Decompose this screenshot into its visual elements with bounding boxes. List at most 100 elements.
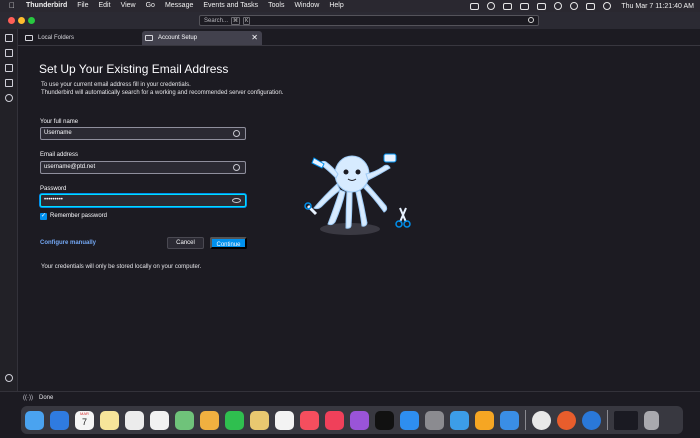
email-label: Email address (40, 152, 79, 158)
mail-icon[interactable] (5, 34, 13, 42)
continue-button[interactable]: Continue (210, 237, 247, 249)
setup-description: To use your current email address fill i… (41, 81, 283, 97)
octopus-illustration (304, 153, 411, 235)
macos-dock: MAR 7 (21, 406, 683, 434)
menu-help[interactable]: Help (329, 0, 343, 12)
status-text: Done (39, 395, 54, 401)
menu-go[interactable]: Go (146, 0, 155, 12)
dock-separator (525, 410, 526, 430)
menu-view[interactable]: View (121, 0, 136, 12)
tab-account-setup-label: Account Setup (158, 35, 198, 41)
screen-mirroring-icon[interactable] (470, 2, 480, 10)
password-field[interactable]: ••••••••• (40, 194, 246, 207)
app-store-icon[interactable] (400, 410, 419, 430)
show-password-eye-icon[interactable] (232, 198, 241, 203)
tab-account-setup[interactable]: Account Setup ✕ (142, 31, 262, 45)
podcasts-icon[interactable] (350, 410, 369, 430)
macos-menu-bar:  Thunderbird File Edit View Go Message … (0, 0, 700, 12)
page-title: Set Up Your Existing Email Address (39, 62, 229, 76)
folder-icon (25, 35, 33, 41)
tasks-icon[interactable] (5, 79, 13, 87)
account-setup-page: Set Up Your Existing Email Address To us… (19, 46, 700, 405)
search-placeholder: Search... (204, 17, 229, 24)
email-value: username@ptd.net (44, 164, 96, 170)
calendar-month: MAR (80, 410, 89, 416)
shortcut-key-cmd: ⌘ (231, 16, 241, 25)
remember-password-label[interactable]: Remember password (50, 213, 107, 219)
wifi-icon[interactable] (554, 2, 563, 10)
siri-icon[interactable] (603, 2, 612, 10)
menu-app-name[interactable]: Thunderbird (26, 0, 67, 12)
window-close-button[interactable] (8, 17, 15, 24)
spotlight-search-icon[interactable] (570, 2, 579, 10)
cancel-button[interactable]: Cancel (167, 237, 204, 249)
safari-icon[interactable] (50, 410, 69, 430)
menu-events-and-tasks[interactable]: Events and Tasks (203, 0, 258, 12)
full-name-value: Username (44, 130, 72, 136)
photos-icon[interactable] (200, 410, 219, 430)
minimized-window-icon[interactable] (614, 410, 638, 430)
password-label: Password (40, 186, 67, 192)
menu-file[interactable]: File (77, 0, 88, 12)
menu-bar-status-area: Thu Mar 7 11:21:40 AM (462, 0, 694, 12)
email-field[interactable]: username@ptd.net (40, 161, 246, 174)
window-maximize-button[interactable] (28, 17, 35, 24)
close-tab-icon[interactable]: ✕ (251, 33, 258, 42)
calendar-icon[interactable] (5, 64, 13, 72)
trash-icon[interactable] (644, 410, 659, 430)
numbers-icon[interactable] (275, 410, 294, 430)
thunderbird-icon[interactable] (582, 410, 601, 430)
window-minimize-button[interactable] (18, 17, 25, 24)
status-bar: ((·)) Done (0, 391, 700, 405)
facetime-icon[interactable] (225, 410, 244, 430)
chrome-icon[interactable] (532, 410, 551, 430)
news-icon[interactable] (300, 410, 319, 430)
music-icon[interactable] (325, 410, 344, 430)
chat-icon[interactable] (5, 94, 13, 102)
network-utility-icon[interactable] (450, 410, 469, 430)
maps-icon[interactable] (175, 410, 194, 430)
remember-password-checkbox[interactable]: ✓ (40, 213, 47, 220)
apple-menu-icon[interactable]:  (9, 0, 18, 12)
notes-icon[interactable] (100, 410, 119, 430)
apple-tv-icon[interactable] (375, 410, 394, 430)
menu-bar-clock[interactable]: Thu Mar 7 11:21:40 AM (621, 3, 694, 10)
display-icon[interactable] (503, 2, 513, 10)
mail-app-icon[interactable] (500, 410, 519, 430)
menu-tools[interactable]: Tools (268, 0, 284, 12)
sync-app-icon[interactable] (557, 410, 576, 430)
menu-window[interactable]: Window (294, 0, 319, 12)
play-icon[interactable] (487, 2, 496, 10)
credentials-footnote: Your credentials will only be stored loc… (41, 264, 202, 270)
search-icon (528, 17, 534, 23)
online-status-icon[interactable]: ((·)) (23, 395, 33, 401)
spaces-toolbar (0, 29, 18, 405)
volume-icon[interactable] (520, 2, 530, 10)
battery-icon[interactable] (537, 2, 547, 10)
preview-icon[interactable] (250, 410, 269, 430)
full-name-field[interactable]: Username (40, 127, 246, 140)
menu-message[interactable]: Message (165, 0, 193, 12)
tab-local-folders-label: Local Folders (38, 35, 75, 41)
tab-strip: Local Folders Account Setup ✕ (18, 29, 700, 46)
finder-icon[interactable] (25, 410, 44, 430)
configure-manually-link[interactable]: Configure manually (40, 240, 96, 246)
reminders-icon[interactable] (150, 410, 169, 430)
menu-edit[interactable]: Edit (99, 0, 111, 12)
system-settings-icon[interactable] (425, 410, 444, 430)
address-book-icon[interactable] (5, 49, 13, 57)
global-search-input[interactable]: Search... ⌘ K (199, 15, 539, 26)
envelope-icon (145, 35, 153, 41)
calendar-app-icon[interactable]: MAR 7 (75, 410, 94, 430)
tab-local-folders[interactable]: Local Folders (22, 31, 142, 45)
control-center-icon[interactable] (586, 2, 596, 10)
info-icon (233, 130, 240, 137)
sunflower-app-icon[interactable] (475, 410, 494, 430)
freeform-icon[interactable] (125, 410, 144, 430)
settings-gear-icon[interactable] (5, 374, 13, 382)
full-name-label: Your full name (40, 119, 79, 125)
description-line-2: Thunderbird will automatically search fo… (41, 90, 284, 96)
window-title-bar: Search... ⌘ K (0, 12, 700, 29)
shortcut-key-k: K (243, 16, 251, 25)
description-line-1: To use your current email address fill i… (41, 82, 191, 88)
